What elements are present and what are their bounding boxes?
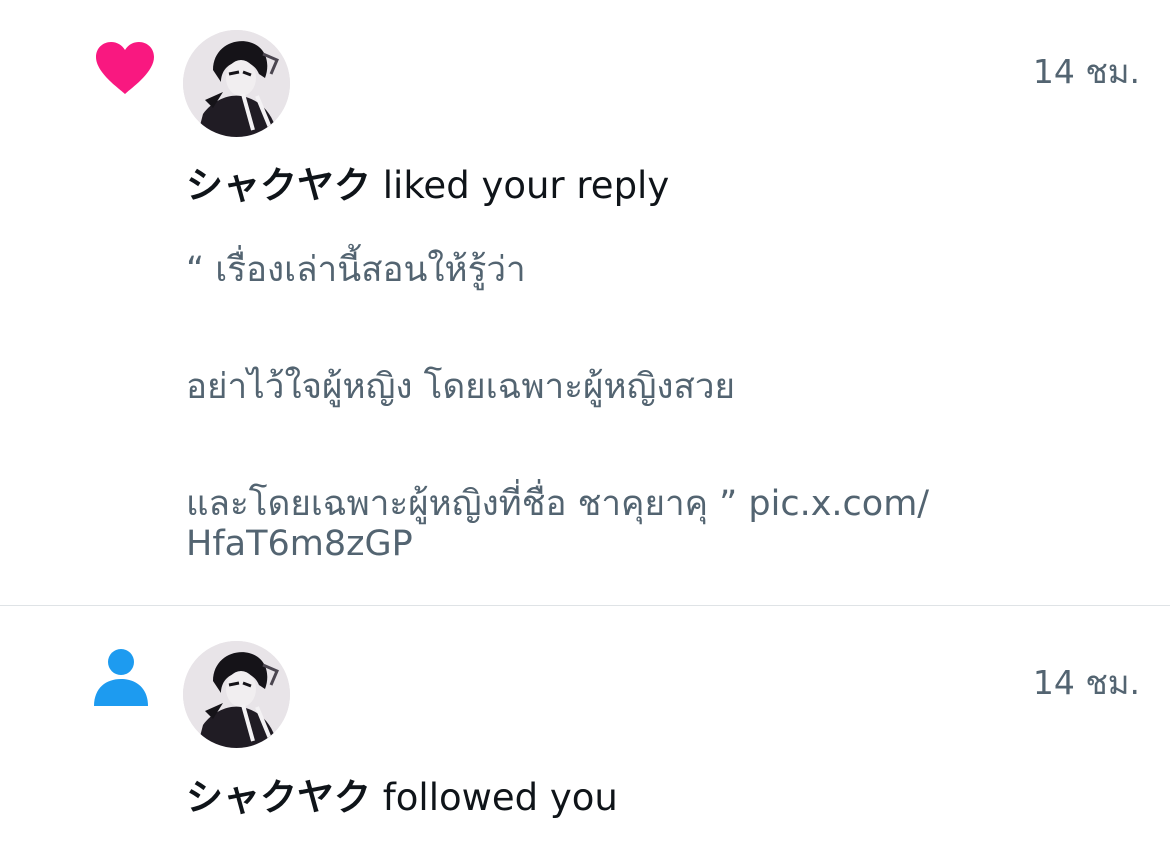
person-icon	[94, 649, 148, 706]
preview-link[interactable]: HfaT6m8zGP	[186, 524, 1086, 564]
preview-line: และโดยเฉพาะผู้หญิงที่ชื่อ ชาคุยาคุ ” pic…	[186, 484, 930, 524]
reply-preview[interactable]: “ เรื่องเล่านี้สอนให้รู้ว่า อย่าไว้ใจผู้…	[186, 250, 1086, 564]
heart-icon	[96, 42, 154, 94]
action-text: followed you	[382, 776, 618, 819]
actor-name[interactable]: シャクヤク	[186, 164, 371, 207]
preview-line: “ เรื่องเล่านี้สอนให้รู้ว่า	[186, 250, 526, 290]
timestamp: 14 ชม.	[1032, 52, 1140, 91]
avatar-image	[183, 641, 290, 748]
actor-name[interactable]: シャクヤク	[186, 776, 371, 819]
avatar[interactable]	[183, 641, 290, 748]
timestamp: 14 ชม.	[1032, 663, 1140, 702]
preview-line: อย่าไว้ใจผู้หญิง โดยเฉพาะผู้หญิงสวย	[186, 367, 736, 407]
notification-headline: シャクヤク followed you	[186, 776, 618, 820]
notification-like[interactable]: 14 ชม. シャクヤク liked your reply “ เรื่องเล…	[0, 0, 1170, 605]
action-text: liked your reply	[382, 164, 670, 207]
avatar[interactable]	[183, 30, 290, 137]
notification-follow[interactable]: 14 ชม. シャクヤク followed you	[0, 606, 1170, 850]
notification-headline: シャクヤク liked your reply	[186, 164, 669, 208]
avatar-image	[183, 30, 290, 137]
